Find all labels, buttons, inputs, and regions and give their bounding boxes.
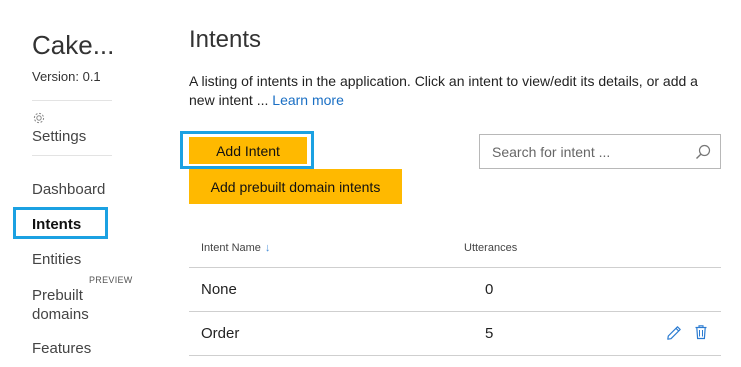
sidebar-item-entities[interactable]: Entities [32, 251, 81, 268]
search-input[interactable] [492, 135, 682, 168]
app-version: Version: 0.1 [32, 69, 101, 84]
edit-icon[interactable] [666, 325, 682, 341]
app-window: Cake... Version: 0.1 Settings Dashboard … [0, 0, 741, 367]
page-title: Intents [189, 26, 262, 53]
sidebar-item-dashboard[interactable]: Dashboard [32, 181, 105, 198]
search-box [479, 134, 721, 169]
intent-name-cell[interactable]: Order [201, 325, 239, 342]
table-row-divider [189, 355, 721, 356]
intents-highlight-box [13, 207, 108, 239]
search-icon[interactable] [694, 143, 712, 161]
app-name: Cake... [32, 30, 115, 60]
sidebar-item-prebuilt-domains[interactable]: Prebuilt domains [32, 286, 89, 324]
learn-more-link[interactable]: Learn more [272, 92, 344, 108]
column-header-label: Intent Name [201, 242, 261, 254]
description-text: A listing of intents in the application.… [189, 73, 698, 108]
table-header-divider [189, 267, 721, 268]
column-header-utterances[interactable]: Utterances [464, 242, 517, 254]
add-prebuilt-domain-intents-button[interactable]: Add prebuilt domain intents [189, 169, 402, 204]
utterances-cell: 0 [485, 281, 494, 298]
add-intent-button[interactable]: Add Intent [189, 137, 307, 164]
sidebar-divider [32, 100, 112, 101]
utterances-cell: 5 [485, 325, 494, 342]
settings-link[interactable]: Settings [32, 128, 86, 145]
column-header-intent-name[interactable]: Intent Name ↓ [201, 242, 270, 254]
sidebar-item-features[interactable]: Features [32, 340, 91, 357]
preview-badge: PREVIEW [89, 275, 133, 285]
sidebar-divider [32, 155, 112, 156]
gear-icon[interactable] [32, 111, 46, 125]
table-row-divider [189, 311, 721, 312]
page-description: A listing of intents in the application.… [189, 72, 719, 110]
sort-down-icon[interactable]: ↓ [265, 242, 271, 254]
sidebar: Cake... Version: 0.1 Settings Dashboard … [0, 0, 160, 367]
intent-name-cell[interactable]: None [201, 281, 237, 298]
delete-icon[interactable] [693, 324, 709, 340]
